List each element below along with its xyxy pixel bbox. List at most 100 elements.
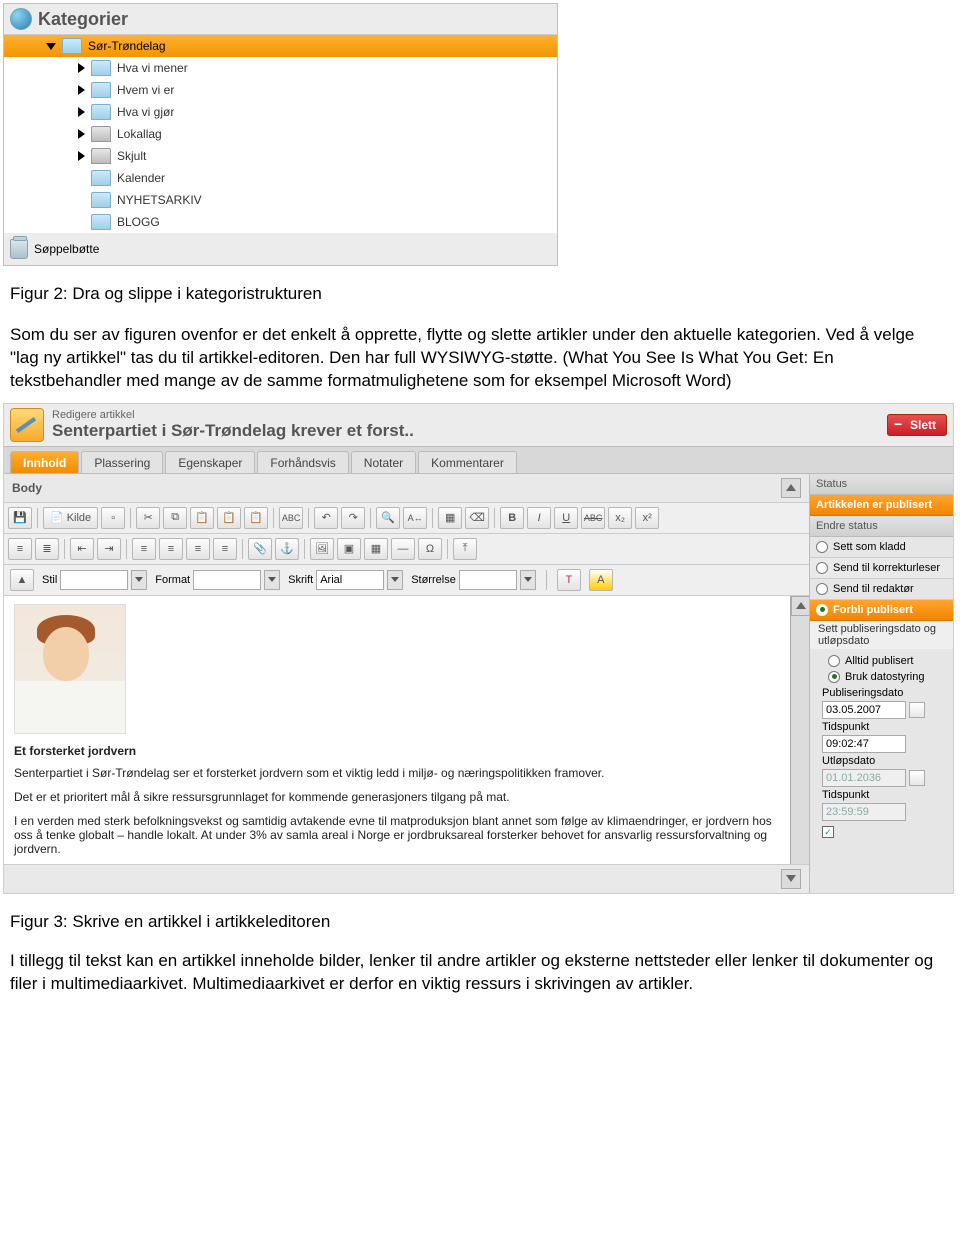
- categories-title: Kategorier: [38, 9, 128, 30]
- status-opt-keep-published[interactable]: Forbli publisert: [810, 600, 953, 621]
- tree-item[interactable]: Hva vi mener: [4, 57, 557, 79]
- paste-text-icon[interactable]: 📋: [217, 507, 241, 529]
- pubdate-input[interactable]: [822, 701, 906, 719]
- format-select[interactable]: [193, 570, 261, 590]
- tree-item[interactable]: NYHETSARKIV: [4, 189, 557, 211]
- tab-notater[interactable]: Notater: [351, 451, 416, 473]
- copy-icon[interactable]: ⧉: [163, 507, 187, 529]
- scroll-up-button[interactable]: [781, 478, 801, 498]
- trash-row[interactable]: Søppelbøtte: [4, 233, 557, 265]
- strike-icon[interactable]: ABC: [581, 507, 605, 529]
- exptime-label: Tidspunkt: [822, 789, 945, 801]
- tab-innhold[interactable]: Innhold: [10, 451, 79, 473]
- superscript-icon[interactable]: x²: [635, 507, 659, 529]
- underline-icon[interactable]: U: [554, 507, 578, 529]
- spacer: [78, 195, 85, 205]
- expdate-input[interactable]: [822, 769, 906, 787]
- use-dates-option[interactable]: Bruk datostyring: [828, 671, 945, 683]
- size-select[interactable]: [459, 570, 517, 590]
- tree-item[interactable]: Hva vi gjør: [4, 101, 557, 123]
- textcolor-icon[interactable]: T: [557, 569, 581, 591]
- outdent-icon[interactable]: ⇤: [70, 538, 94, 560]
- cut-icon[interactable]: ✂: [136, 507, 160, 529]
- align-justify-icon[interactable]: ≡: [213, 538, 237, 560]
- numlist-icon[interactable]: ≡: [8, 538, 32, 560]
- pagebreak-icon[interactable]: ⤒: [453, 538, 477, 560]
- editor-scrollbar[interactable]: [790, 596, 809, 864]
- chevron-right-icon: [78, 85, 85, 95]
- bold-icon[interactable]: B: [500, 507, 524, 529]
- newpage-icon[interactable]: ▫: [101, 507, 125, 529]
- save-icon[interactable]: 💾: [8, 507, 32, 529]
- font-select[interactable]: [316, 570, 384, 590]
- align-center-icon[interactable]: ≡: [159, 538, 183, 560]
- checkbox[interactable]: ✓: [822, 826, 834, 838]
- flash-icon[interactable]: ▣: [337, 538, 361, 560]
- expdate-label: Utløpsdato: [822, 755, 945, 767]
- chevron-down-icon[interactable]: [131, 570, 147, 590]
- tree-item-label: Skjult: [117, 149, 146, 163]
- article-p3: I en verden med sterk befolkningsvekst o…: [14, 814, 780, 856]
- style-label: Stil: [42, 574, 57, 586]
- body-field-label: Body: [12, 481, 42, 495]
- subscript-icon[interactable]: x₂: [608, 507, 632, 529]
- redo-icon[interactable]: ↷: [341, 507, 365, 529]
- style-select[interactable]: [60, 570, 128, 590]
- folder-icon: [62, 38, 82, 54]
- trash-label: Søppelbøtte: [34, 242, 99, 256]
- calendar-icon[interactable]: [909, 702, 925, 718]
- anchor-icon[interactable]: ⚓: [275, 538, 299, 560]
- special-icon[interactable]: Ω: [418, 538, 442, 560]
- align-right-icon[interactable]: ≡: [186, 538, 210, 560]
- radio-icon: [828, 655, 840, 667]
- exptime-input[interactable]: [822, 803, 906, 821]
- status-opt-draft[interactable]: Sett som kladd: [810, 537, 953, 558]
- spellcheck-icon[interactable]: ABC: [279, 507, 303, 529]
- hr-icon[interactable]: —: [391, 538, 415, 560]
- collapse-toolbar-icon[interactable]: ▲: [10, 569, 34, 591]
- chevron-up-icon: [796, 602, 806, 609]
- radio-icon: [828, 671, 840, 683]
- selectall-icon[interactable]: ▦: [438, 507, 462, 529]
- replace-icon[interactable]: A↔: [403, 507, 427, 529]
- tab-plassering[interactable]: Plassering: [81, 451, 163, 473]
- calendar-icon[interactable]: [909, 770, 925, 786]
- table-icon[interactable]: ▦: [364, 538, 388, 560]
- tree-item[interactable]: Kalender: [4, 167, 557, 189]
- pubtime-input[interactable]: [822, 735, 906, 753]
- tree-item[interactable]: Skjult: [4, 145, 557, 167]
- tree-item[interactable]: Lokallag: [4, 123, 557, 145]
- scroll-up-button[interactable]: [791, 596, 811, 616]
- italic-icon[interactable]: I: [527, 507, 551, 529]
- scroll-down-button[interactable]: [781, 869, 801, 889]
- tree-item[interactable]: BLOGG: [4, 211, 557, 233]
- indent-icon[interactable]: ⇥: [97, 538, 121, 560]
- chevron-down-icon[interactable]: [520, 570, 536, 590]
- status-opt-editor[interactable]: Send til redaktør: [810, 579, 953, 600]
- delete-button[interactable]: Slett: [887, 414, 947, 436]
- align-left-icon[interactable]: ≡: [132, 538, 156, 560]
- always-published-option[interactable]: Alltid publisert: [828, 655, 945, 667]
- source-button[interactable]: 📄Kilde: [43, 507, 98, 529]
- attach-icon[interactable]: 📎: [248, 538, 272, 560]
- format-label: Format: [155, 574, 190, 586]
- find-icon[interactable]: 🔍: [376, 507, 400, 529]
- tree-root-row[interactable]: Sør-Trøndelag: [4, 35, 557, 57]
- bullist-icon[interactable]: ≣: [35, 538, 59, 560]
- wysiwyg-toolbar-2: ≡ ≣ ⇤ ⇥ ≡ ≡ ≡ ≡ 📎 ⚓ 🖼 ▣ ▦ — Ω ⤒: [4, 534, 809, 565]
- bgcolor-icon[interactable]: A: [589, 569, 613, 591]
- article-content[interactable]: Et forsterket jordvern Senterpartiet i S…: [4, 596, 790, 864]
- paste-word-icon[interactable]: 📋: [244, 507, 268, 529]
- undo-icon[interactable]: ↶: [314, 507, 338, 529]
- tab-forhåndsvis[interactable]: Forhåndsvis: [257, 451, 348, 473]
- tab-egenskaper[interactable]: Egenskaper: [165, 451, 255, 473]
- status-opt-proof[interactable]: Send til korrekturleser: [810, 558, 953, 579]
- removeformat-icon[interactable]: ⌫: [465, 507, 489, 529]
- paste-icon[interactable]: 📋: [190, 507, 214, 529]
- chevron-down-icon[interactable]: [264, 570, 280, 590]
- tab-kommentarer[interactable]: Kommentarer: [418, 451, 517, 473]
- tree-item[interactable]: Hvem vi er: [4, 79, 557, 101]
- article-photo: [14, 604, 126, 734]
- image-icon[interactable]: 🖼: [310, 538, 334, 560]
- chevron-down-icon[interactable]: [387, 570, 403, 590]
